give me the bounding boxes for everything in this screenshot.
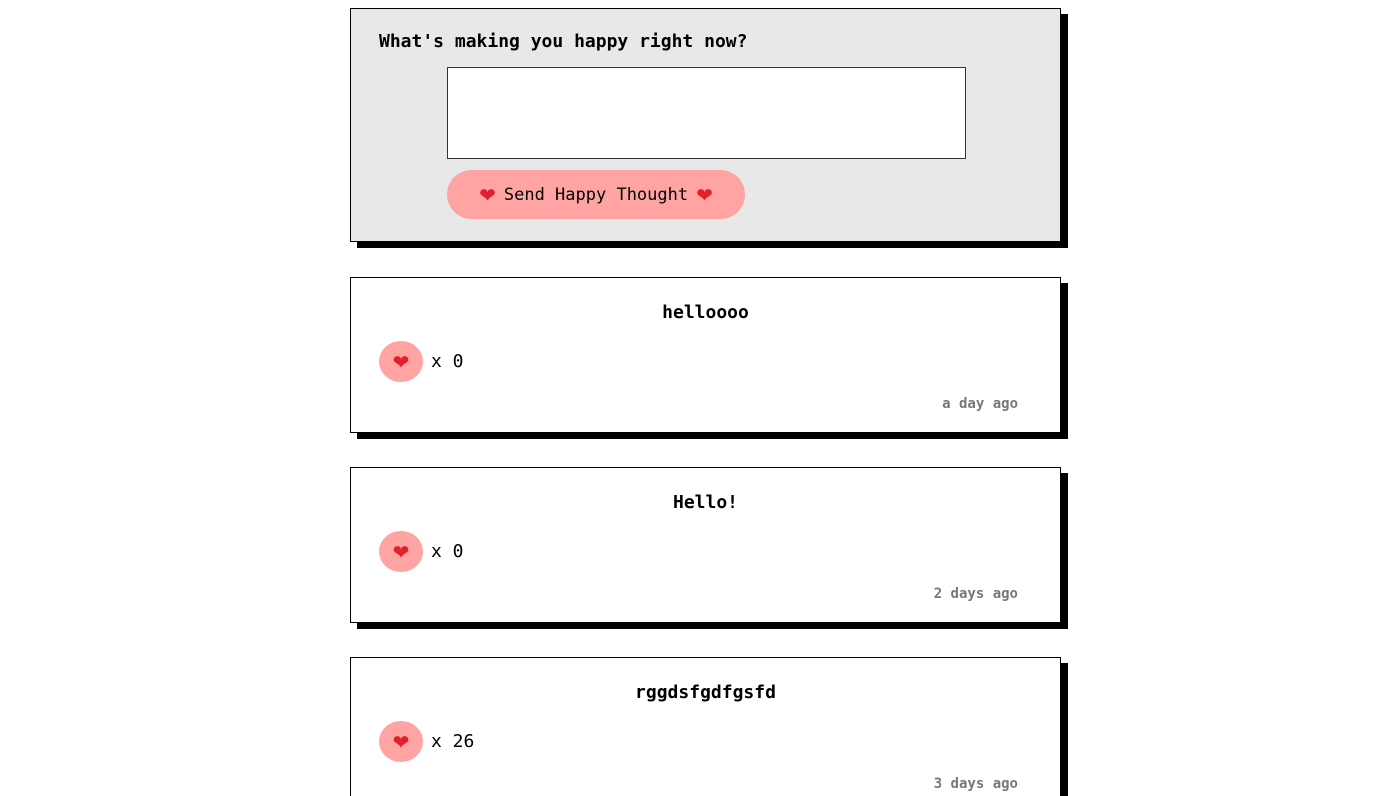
thought-timestamp: a day ago: [942, 396, 1018, 412]
like-count: x 26: [431, 731, 475, 752]
thought-timestamp: 2 days ago: [933, 586, 1018, 602]
heart-icon: ❤: [479, 182, 496, 207]
send-happy-thought-button[interactable]: ❤ Send Happy Thought ❤: [447, 170, 745, 219]
page: What's making you happy right now? ❤ Sen…: [0, 0, 1400, 796]
send-button-label: Send Happy Thought: [503, 184, 689, 205]
thought-card: Hello! ❤ x 0 2 days ago: [350, 467, 1061, 623]
like-row: ❤ x 0: [379, 531, 464, 572]
like-button[interactable]: ❤: [379, 721, 423, 762]
like-count: x 0: [431, 351, 464, 372]
thought-message: Hello!: [672, 492, 739, 513]
like-count: x 0: [431, 541, 464, 562]
heart-icon: ❤: [696, 182, 713, 207]
heart-icon: ❤: [392, 729, 410, 754]
like-button[interactable]: ❤: [379, 531, 423, 572]
like-row: ❤ x 0: [379, 341, 464, 382]
thought-input[interactable]: [447, 67, 966, 159]
thought-timestamp: 3 days ago: [933, 776, 1018, 792]
thought-message: helloooo: [662, 302, 749, 323]
thought-card: helloooo ❤ x 0 a day ago: [350, 277, 1061, 433]
like-button[interactable]: ❤: [379, 341, 423, 382]
compose-form: What's making you happy right now? ❤ Sen…: [350, 8, 1061, 242]
like-row: ❤ x 26: [379, 721, 474, 762]
heart-icon: ❤: [392, 539, 410, 564]
heart-icon: ❤: [392, 349, 410, 374]
compose-title: What's making you happy right now?: [379, 31, 748, 52]
thought-card: rggdsfgdfgsfd ❤ x 26 3 days ago: [350, 657, 1061, 796]
thought-message: rggdsfgdfgsfd: [635, 682, 776, 703]
